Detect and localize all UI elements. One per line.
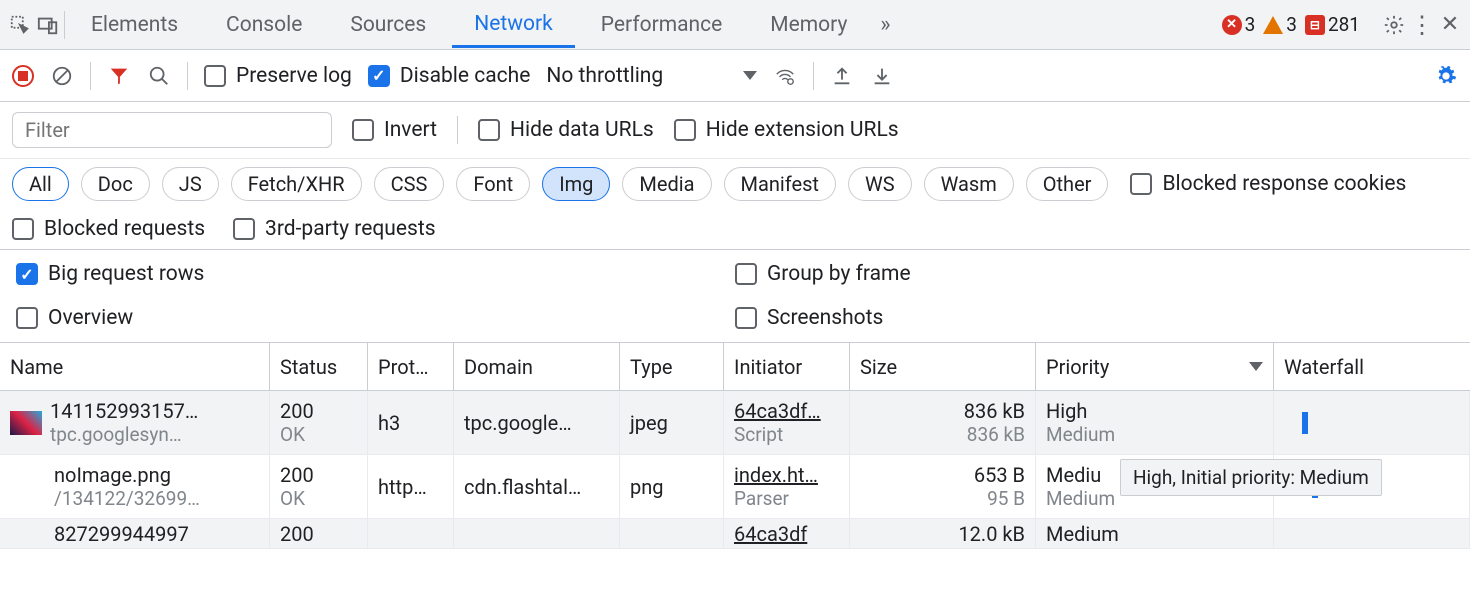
initiator-link[interactable]: index.ht…: [734, 463, 839, 487]
pill-css[interactable]: CSS: [374, 167, 445, 201]
col-priority[interactable]: Priority: [1036, 343, 1274, 390]
pill-manifest[interactable]: Manifest: [724, 167, 836, 201]
issue-icon: ⊟: [1305, 15, 1325, 35]
tab-elements[interactable]: Elements: [69, 3, 200, 47]
download-icon[interactable]: [870, 64, 894, 88]
warning-count: 3: [1286, 13, 1297, 36]
table-row[interactable]: noImage.png/134122/32699… 200OK http… cd…: [0, 455, 1470, 519]
requests-table: Name Status Prot… Domain Type Initiator …: [0, 343, 1470, 549]
pill-wasm[interactable]: Wasm: [924, 167, 1014, 201]
third-party-checkbox[interactable]: 3rd-party requests: [233, 217, 435, 241]
record-button[interactable]: [12, 65, 34, 87]
pill-doc[interactable]: Doc: [81, 167, 150, 201]
initiator-link[interactable]: 64ca3df: [734, 522, 839, 546]
pill-js[interactable]: JS: [162, 167, 219, 201]
hide-ext-urls-checkbox[interactable]: Hide extension URLs: [674, 118, 899, 142]
network-toolbar: Preserve log Disable cache No throttling: [0, 50, 1470, 102]
error-count: 3: [1245, 13, 1256, 36]
waterfall-bar: [1302, 412, 1308, 434]
invert-checkbox[interactable]: Invert: [352, 118, 437, 142]
extra-filters: Blocked requests 3rd-party requests: [0, 209, 1470, 250]
close-icon[interactable]: ✕: [1438, 13, 1462, 37]
pill-all[interactable]: All: [12, 167, 69, 201]
error-counts[interactable]: ✕3 3 ⊟281: [1222, 13, 1360, 36]
blocked-requests-checkbox[interactable]: Blocked requests: [12, 217, 205, 241]
gear-icon[interactable]: [1382, 13, 1406, 37]
divider: [187, 62, 188, 90]
kebab-icon[interactable]: ⋮: [1410, 13, 1434, 37]
filter-bar: Invert Hide data URLs Hide extension URL…: [0, 102, 1470, 159]
divider: [813, 62, 814, 90]
priority-tooltip: High, Initial priority: Medium: [1120, 459, 1382, 496]
more-tabs-icon[interactable]: »: [873, 13, 897, 37]
filter-icon[interactable]: [107, 64, 131, 88]
chevron-down-icon: [743, 71, 757, 80]
col-initiator[interactable]: Initiator: [724, 343, 850, 390]
thumbnail-icon: [10, 411, 42, 435]
devtools-tabbar: Elements Console Sources Network Perform…: [0, 0, 1470, 50]
col-name[interactable]: Name: [0, 343, 270, 390]
network-conditions-icon[interactable]: [773, 64, 797, 88]
device-icon[interactable]: [36, 13, 60, 37]
blocked-cookies-checkbox[interactable]: Blocked response cookies: [1130, 172, 1406, 196]
filter-input[interactable]: [12, 112, 332, 148]
initiator-link[interactable]: 64ca3df…: [734, 399, 839, 423]
big-rows-checkbox[interactable]: Big request rows: [16, 262, 735, 286]
divider: [64, 11, 65, 39]
tab-performance[interactable]: Performance: [579, 3, 744, 47]
pill-media[interactable]: Media: [622, 167, 711, 201]
col-status[interactable]: Status: [270, 343, 368, 390]
search-icon[interactable]: [147, 64, 171, 88]
warning-icon: [1263, 16, 1283, 34]
preserve-log-checkbox[interactable]: Preserve log: [204, 64, 352, 88]
clear-icon[interactable]: [50, 64, 74, 88]
table-row[interactable]: 141152993157…tpc.googlesyn… 200OK h3 tpc…: [0, 391, 1470, 455]
type-filter-row: All Doc JS Fetch/XHR CSS Font Img Media …: [0, 159, 1470, 209]
table-row[interactable]: 827299944997 200 64ca3df 12.0 kB Medium: [0, 519, 1470, 549]
hide-data-urls-checkbox[interactable]: Hide data URLs: [478, 118, 654, 142]
col-protocol[interactable]: Prot…: [368, 343, 454, 390]
pill-ws[interactable]: WS: [848, 167, 912, 201]
pill-other[interactable]: Other: [1026, 167, 1109, 201]
tab-memory[interactable]: Memory: [748, 3, 869, 47]
screenshots-checkbox[interactable]: Screenshots: [735, 306, 1454, 330]
issue-count: 281: [1328, 13, 1360, 36]
view-options: Big request rows Overview Group by frame…: [0, 250, 1470, 343]
overview-checkbox[interactable]: Overview: [16, 306, 735, 330]
inspect-icon[interactable]: [8, 13, 32, 37]
table-header: Name Status Prot… Domain Type Initiator …: [0, 343, 1470, 391]
col-domain[interactable]: Domain: [454, 343, 620, 390]
col-type[interactable]: Type: [620, 343, 724, 390]
col-waterfall[interactable]: Waterfall: [1274, 343, 1470, 390]
tab-network[interactable]: Network: [452, 2, 575, 48]
divider: [457, 116, 458, 144]
divider: [90, 62, 91, 90]
pill-img[interactable]: Img: [542, 167, 610, 201]
settings-gear-icon[interactable]: [1434, 64, 1458, 88]
tab-console[interactable]: Console: [204, 3, 324, 47]
pill-fetch[interactable]: Fetch/XHR: [231, 167, 362, 201]
group-frame-checkbox[interactable]: Group by frame: [735, 262, 1454, 286]
pill-font[interactable]: Font: [456, 167, 530, 201]
error-icon: ✕: [1222, 15, 1242, 35]
disable-cache-checkbox[interactable]: Disable cache: [368, 64, 531, 88]
upload-icon[interactable]: [830, 64, 854, 88]
tab-sources[interactable]: Sources: [328, 3, 448, 47]
throttle-select[interactable]: No throttling: [546, 64, 757, 88]
col-size[interactable]: Size: [850, 343, 1036, 390]
sort-icon: [1249, 362, 1263, 371]
